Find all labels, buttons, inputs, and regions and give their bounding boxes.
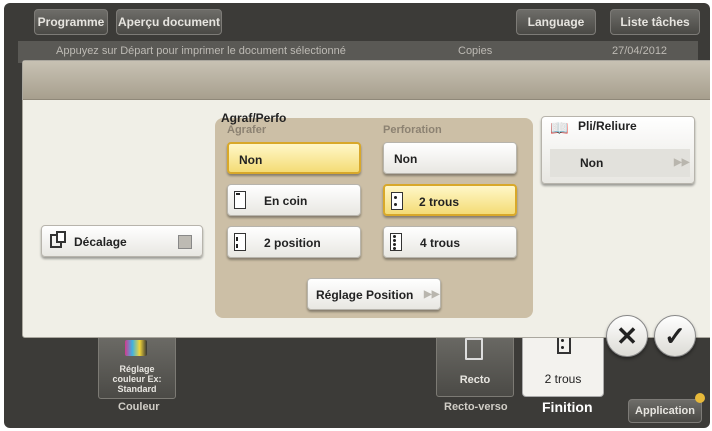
agrafer-non-button[interactable]: Non [227,142,361,174]
punch-4-icon [390,233,402,251]
job-message: Appuyez sur Départ pour imprimer le docu… [56,45,346,57]
perforation-non-button[interactable]: Non [383,142,517,174]
finishing-panel: Agraf/Perfo Agrafer Perforation Non En c… [22,60,710,338]
color-icon [125,340,147,356]
apercu-document-button[interactable]: Aperçu document [116,9,222,35]
group-title: Agraf/Perfo [221,111,287,125]
reglage-position-button[interactable]: Réglage Position ▶▶ [307,278,441,310]
finition-tile-text: 2 trous [544,372,582,386]
pli-reliure-button[interactable]: 📖 Pli/Reliure Non ▶▶ [541,116,695,184]
application-button[interactable]: Application [628,399,702,423]
agrafer-2-position-button[interactable]: 2 position [227,226,361,258]
recto-verso-label: Recto-verso [444,401,508,413]
staple-2pos-icon [234,233,246,251]
pli-reliure-value: Non [580,156,604,170]
ok-button[interactable]: ✓ [654,315,696,357]
perforation-2-trous-button[interactable]: 2 trous [383,184,517,216]
duplex-icon [465,338,483,360]
couleur-tile[interactable]: Réglage couleur Ex: Standard [98,333,176,399]
notification-dot-icon [695,393,705,403]
panel-header-bar [23,61,710,100]
finition-label: Finition [542,399,593,415]
couleur-tile-text: Réglage couleur Ex: Standard [112,364,162,394]
staple-corner-icon [234,191,246,209]
perforation-label: Perforation [383,124,442,136]
arrow-right-icon: ▶▶ [424,289,440,300]
recto-tile[interactable]: Recto [436,329,514,397]
ok-icon: ✓ [664,321,686,351]
decalage-button[interactable]: Décalage [41,225,203,257]
perforation-4-trous-button[interactable]: 4 trous [383,226,517,258]
copies-label: Copies [458,45,493,57]
couleur-label: Couleur [118,401,160,413]
decalage-checkbox[interactable] [178,235,192,249]
job-date: 27/04/2012 [612,45,668,57]
decalage-icon [50,231,66,248]
cancel-button[interactable]: ✕ [606,315,648,357]
screen-frame: Programme Aperçu document Language Liste… [4,3,710,428]
programme-button[interactable]: Programme [34,9,108,35]
book-icon: 📖 [550,120,569,137]
pli-reliure-value-box: Non ▶▶ [550,149,690,177]
agrafer-label: Agrafer [227,124,267,136]
punch-2-icon [391,192,403,210]
recto-tile-text: Recto [459,374,491,386]
agrafer-en-coin-button[interactable]: En coin [227,184,361,216]
cancel-icon: ✕ [616,321,638,351]
liste-taches-button[interactable]: Liste tâches [610,9,700,35]
language-button[interactable]: Language [516,9,596,35]
arrow-right-icon: ▶▶ [674,157,690,168]
